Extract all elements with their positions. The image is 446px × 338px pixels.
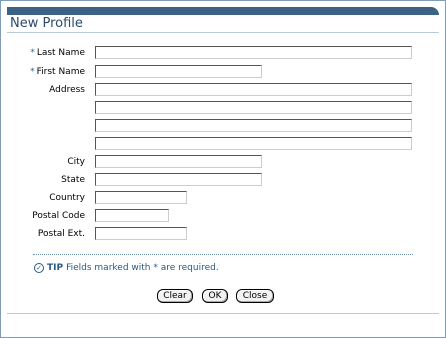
close-button[interactable]: Close	[236, 289, 274, 303]
required-marker: *	[30, 67, 35, 77]
state-label: State	[61, 175, 85, 185]
last-name-field[interactable]	[95, 46, 412, 59]
first-name-label: First Name	[36, 67, 85, 77]
dialog-frame: New Profile * Last Name * First Name Addre…	[0, 0, 446, 338]
address-line-4-field[interactable]	[95, 137, 412, 150]
clear-button[interactable]: Clear	[157, 289, 193, 303]
ok-button[interactable]: OK	[202, 289, 228, 303]
first-name-label-row: * First Name	[21, 65, 85, 79]
last-name-label: Last Name	[36, 48, 85, 58]
state-field[interactable]	[95, 173, 262, 186]
tip-message: ✓ TIP Fields marked with * are required.	[34, 263, 219, 273]
page-title: New Profile	[10, 16, 83, 31]
city-field[interactable]	[95, 155, 262, 168]
first-name-field[interactable]	[95, 65, 262, 78]
address-label: Address	[49, 85, 85, 95]
address-line-2-field[interactable]	[95, 101, 412, 114]
bottom-divider	[7, 313, 439, 314]
country-field[interactable]	[95, 191, 187, 204]
country-label: Country	[49, 193, 85, 203]
tip-label: TIP	[47, 263, 64, 273]
last-name-label-row: * Last Name	[21, 46, 85, 60]
address-line-3-field[interactable]	[95, 119, 412, 132]
city-label: City	[67, 157, 85, 167]
address-line-1-field[interactable]	[95, 83, 412, 96]
required-marker: *	[30, 48, 35, 58]
title-divider	[7, 32, 439, 33]
postal-code-label: Postal Code	[32, 211, 85, 221]
postal-code-field[interactable]	[95, 209, 169, 222]
title-accent-bar	[7, 7, 439, 15]
tip-text: Fields marked with * are required.	[66, 263, 219, 273]
postal-ext-label: Postal Ext.	[37, 229, 85, 239]
check-circle-icon: ✓	[34, 263, 44, 273]
dotted-divider	[33, 254, 413, 255]
postal-ext-field[interactable]	[95, 227, 187, 240]
